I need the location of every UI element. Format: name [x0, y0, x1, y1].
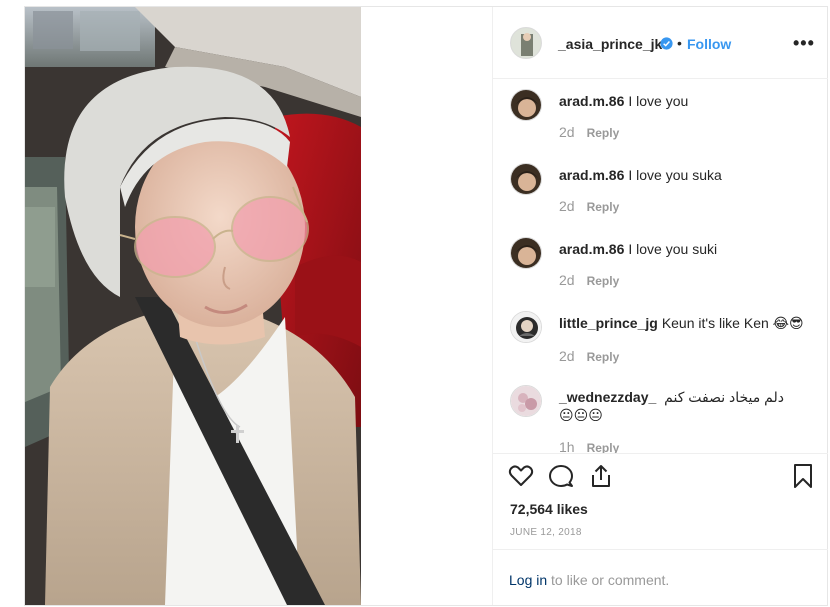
commenter-avatar-image [511, 90, 541, 120]
comment-meta: 2d Reply [559, 272, 619, 288]
reply-button[interactable]: Reply [587, 350, 620, 364]
commenter-avatar[interactable] [510, 163, 542, 195]
comment-username[interactable]: arad.m.86 [559, 167, 624, 183]
login-link[interactable]: Log in [509, 572, 547, 588]
comment-time: 2d [559, 348, 575, 364]
commenter-avatar-image [511, 386, 541, 416]
comment-body: I love you [628, 93, 689, 109]
commenter-avatar[interactable] [510, 385, 542, 417]
post-photo-image [25, 7, 361, 605]
commenter-avatar[interactable] [510, 311, 542, 343]
post-photo[interactable] [25, 7, 361, 605]
commenter-avatar-image [511, 238, 541, 268]
like-count[interactable]: 72,564 likes [510, 501, 588, 517]
comment-meta: 2d Reply [559, 124, 619, 140]
comment-meta: 1h Reply [559, 439, 619, 453]
comment-username[interactable]: little_prince_jg [559, 315, 658, 331]
comment-text: little_prince_jg Keun it's like Ken 😂😎 [559, 314, 809, 332]
reply-button[interactable]: Reply [587, 126, 620, 140]
comment-text: _wednezzday_ دلم ميخاد نصفت كنم😐😐😐 [559, 388, 789, 424]
author-username[interactable]: _asia_prince_jks [558, 36, 670, 52]
comment-body: I love you suka [628, 167, 722, 183]
reply-button[interactable]: Reply [587, 441, 620, 453]
author-avatar[interactable] [510, 27, 542, 59]
reply-button[interactable]: Reply [587, 200, 620, 214]
comment-body: I love you suki [628, 241, 718, 257]
reply-button[interactable]: Reply [587, 274, 620, 288]
comment-meta: 2d Reply [559, 348, 619, 364]
comment-username[interactable]: arad.m.86 [559, 93, 624, 109]
commenter-avatar-image [511, 312, 541, 342]
login-prompt: Log in to like or comment. [493, 549, 828, 605]
login-prompt-text: to like or comment. [547, 572, 670, 588]
comment-body: Keun it's like Ken 😂😎 [661, 315, 804, 331]
comment-text: arad.m.86 I love you [559, 92, 809, 110]
heart-icon[interactable] [507, 462, 535, 490]
comment-icon[interactable] [547, 462, 575, 490]
comment-username[interactable]: arad.m.86 [559, 241, 624, 257]
commenter-avatar-image [511, 164, 541, 194]
comments-list[interactable]: arad.m.86 I love you 2d Reply arad.m.86 I l… [493, 80, 828, 453]
share-icon[interactable] [587, 462, 615, 490]
comment-text: arad.m.86 I love you suki [559, 240, 809, 258]
bookmark-icon[interactable] [789, 462, 817, 490]
comment-time: 2d [559, 124, 575, 140]
comment-time: 2d [559, 198, 575, 214]
header-separator: • [677, 35, 682, 51]
commenter-avatar[interactable] [510, 89, 542, 121]
post-sidebar: _asia_prince_jks • Follow ••• arad.m.86 I… [492, 7, 828, 605]
follow-button[interactable]: Follow [687, 36, 731, 52]
comment-time: 2d [559, 272, 575, 288]
commenter-avatar[interactable] [510, 237, 542, 269]
comment-username[interactable]: _wednezzday_ [559, 389, 656, 405]
verified-badge-icon [660, 37, 673, 50]
post-date[interactable]: JUNE 12, 2018 [510, 527, 582, 538]
post-header: _asia_prince_jks • Follow ••• [493, 7, 828, 79]
more-options-icon[interactable]: ••• [793, 33, 815, 54]
comment-meta: 2d Reply [559, 198, 619, 214]
action-bar [493, 453, 828, 499]
comment-time: 1h [559, 439, 575, 453]
comment-text: arad.m.86 I love you suka [559, 166, 809, 184]
author-avatar-image [511, 28, 541, 58]
